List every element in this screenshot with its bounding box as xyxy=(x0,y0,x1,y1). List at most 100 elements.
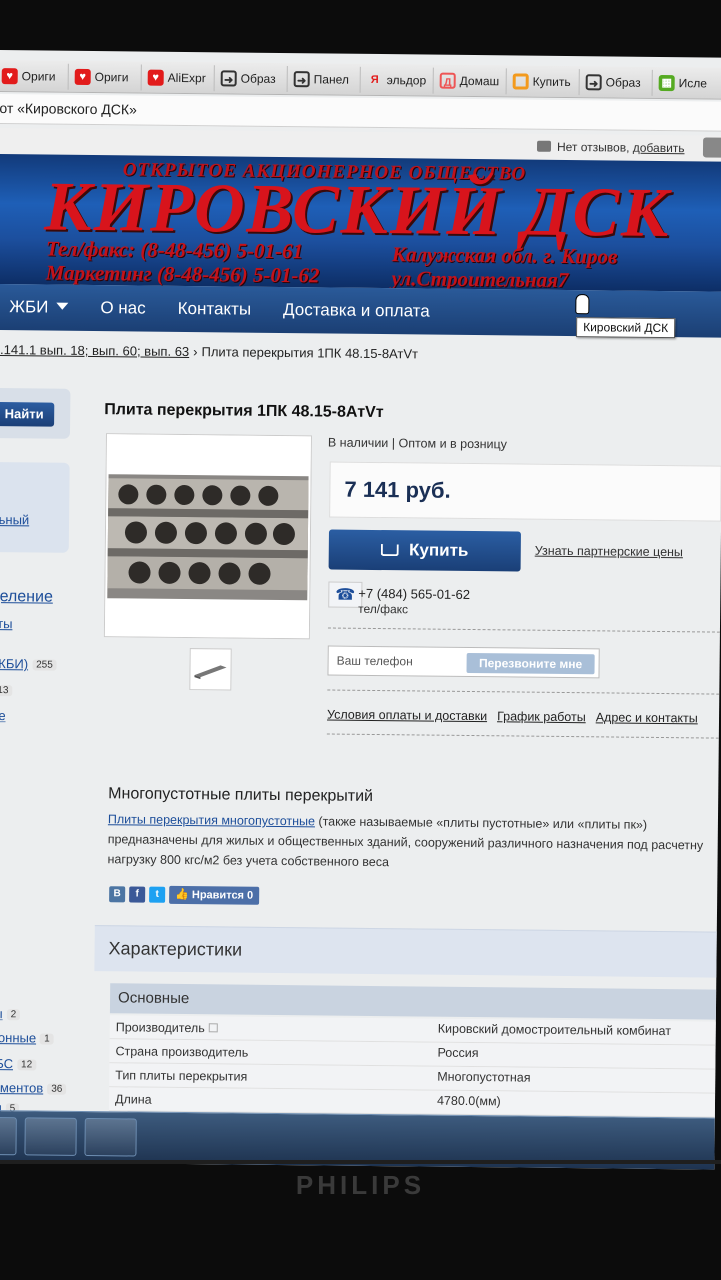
header-banner[interactable]: ОТКРЫТОЕ АКЦИОНЕРНОЕ ОБЩЕСТВО КИРОВСКИЙ … xyxy=(0,153,721,292)
add-review-link[interactable]: добавить xyxy=(633,141,685,156)
start-button[interactable] xyxy=(0,1116,17,1156)
bookmark-item[interactable]: ➜ Панел xyxy=(287,65,361,93)
count-badge: 1 xyxy=(40,1033,54,1045)
callback-button[interactable]: Перезвоните мне xyxy=(466,652,595,675)
like-button[interactable]: 👍 Нравится 0 xyxy=(169,885,260,905)
film-icon: ▦ xyxy=(658,74,675,91)
product-image[interactable] xyxy=(103,433,312,640)
reviews-text: Нет отзывов, xyxy=(556,139,630,155)
sidebar-panel xyxy=(0,461,70,553)
left-sidebar: Найти льный деление нты (ЖБИ) 255 13 ые ц… xyxy=(0,387,72,1163)
characteristics-section: Основные xyxy=(109,983,717,1020)
count-badge: 36 xyxy=(47,1083,67,1095)
bookmark-label: Домаш xyxy=(459,73,500,88)
circle-arrow-icon: ➜ xyxy=(585,73,602,90)
nav-item-zhbi[interactable]: ЖБИ xyxy=(0,297,84,318)
category-label: (ЖБИ) xyxy=(0,655,29,672)
nav-item-about[interactable]: О нас xyxy=(84,298,162,319)
availability-text: В наличии | Оптом и в розницу xyxy=(327,435,508,452)
sidebar-heading[interactable]: деление xyxy=(0,588,53,607)
price-box: 7 141 руб. xyxy=(329,461,721,522)
breadcrumb: 1.141.1 вып. 18; вып. 60; вып. 63 › Плита … xyxy=(0,342,721,365)
payment-delivery-link[interactable]: Условия оплаты и доставки xyxy=(327,708,487,724)
taskbar-chrome-icon[interactable] xyxy=(24,1117,77,1156)
bookmark-item[interactable]: Купить xyxy=(506,67,580,95)
buy-label: Купить xyxy=(409,540,469,560)
vk-share-button[interactable]: В xyxy=(109,886,126,903)
breadcrumb-current: Плита перекрытия 1ПК 48.15-8АтVт xyxy=(201,344,419,362)
partner-prices-link[interactable]: Узнать партнерские цены xyxy=(535,544,683,560)
bookmark-label: Образ xyxy=(240,71,276,86)
search-box: Найти xyxy=(0,387,71,439)
sidebar-subheading[interactable]: нты xyxy=(0,616,13,631)
browser-screen: ♥ Ориги ♥ Ориги ♥ AliExpr ➜ Образ ➜ Панел Яэл… xyxy=(0,50,721,1170)
facebook-share-button[interactable]: f xyxy=(129,886,146,903)
char-value: Россия xyxy=(437,1045,479,1061)
product-thumbnail[interactable] xyxy=(189,648,232,691)
bookmark-item[interactable]: ♥ Ориги xyxy=(0,62,69,90)
bookmark-item[interactable]: ➜ Образ xyxy=(214,64,288,92)
bookmark-label: Панел xyxy=(313,71,349,87)
sidebar-link[interactable]: льный xyxy=(0,512,29,527)
description-line: предназначены для жилых и общественных з… xyxy=(107,832,704,853)
slab-thumbnail-icon xyxy=(194,665,227,680)
tooltip: Кировский ДСК xyxy=(576,317,676,339)
divider xyxy=(327,627,720,633)
work-schedule-link[interactable]: График работы xyxy=(497,709,586,724)
char-key: Тип плиты перекрытия xyxy=(115,1068,248,1084)
divider xyxy=(326,733,719,739)
nav-item-delivery[interactable]: Доставка и оплата xyxy=(267,300,446,322)
monitor-brand-logo: PHILIPS xyxy=(295,1170,426,1200)
bookmarks-bar: ♥ Ориги ♥ Ориги ♥ AliExpr ➜ Образ ➜ Панел Яэл… xyxy=(0,59,721,100)
callback-phone-input[interactable]: Ваш телефон xyxy=(337,654,413,669)
bookmark-label: Ориги xyxy=(94,69,129,84)
yandex-icon: Я xyxy=(370,73,379,86)
count-badge: 13 xyxy=(0,685,13,697)
breadcrumb-link[interactable]: 1.141.1 вып. 18; вып. 60; вып. 63 xyxy=(0,342,189,359)
monitor-bezel xyxy=(0,1160,721,1164)
char-key-text: Производитель xyxy=(115,1020,205,1036)
sidebar-category[interactable]: ые xyxy=(0,708,6,723)
bookmark-label: Исле xyxy=(678,75,708,90)
category-label: ФБС xyxy=(0,1055,14,1072)
help-icon[interactable] xyxy=(208,1023,218,1033)
bookmark-item[interactable]: ▦ Исле xyxy=(652,69,721,97)
char-value: 4780.0(мм) xyxy=(436,1093,501,1109)
buy-button[interactable]: Купить xyxy=(328,529,521,572)
bookmark-label: Ориги xyxy=(21,68,56,84)
circle-arrow-icon: ➜ xyxy=(293,70,310,87)
description-line: нагрузку 800 кгс/м2 без учета собственно… xyxy=(107,852,390,870)
category-label: стонные xyxy=(0,1029,37,1046)
count-badge: 12 xyxy=(16,1059,37,1071)
info-links: Условия оплаты и доставки График работы Ад… xyxy=(327,708,708,726)
find-button[interactable]: Найти xyxy=(0,402,55,427)
char-key: Производитель xyxy=(116,1020,218,1035)
sidebar-category[interactable]: цы 2 xyxy=(0,1006,21,1021)
sidebar-category[interactable]: стонные 1 xyxy=(0,1030,54,1046)
description-text: Плиты перекрытия многопустотные (также н… xyxy=(107,809,713,875)
banner-region: Калужская обл. г. Киров xyxy=(391,242,618,269)
cart-icon[interactable] xyxy=(702,137,721,158)
address-contacts-link[interactable]: Адрес и контакты xyxy=(596,710,698,725)
bookmark-item[interactable]: Д Домаш xyxy=(433,67,507,94)
sidebar-category[interactable]: даментов 36 xyxy=(0,1079,67,1096)
twitter-share-button[interactable]: t xyxy=(149,886,166,903)
sidebar-category[interactable]: (ЖБИ) 255 xyxy=(0,656,57,672)
char-value: Кировский домостроительный комбинат xyxy=(437,1021,672,1039)
sidebar-category[interactable]: 13 xyxy=(0,682,13,697)
nav-label: ЖБИ xyxy=(9,297,49,317)
sidebar-category[interactable]: ФБС 12 xyxy=(0,1055,37,1072)
bookmark-item[interactable]: ➜ Образ xyxy=(579,68,653,96)
bookmark-label: Образ xyxy=(605,74,641,90)
phone-number: +7 (484) 565-01-62 xyxy=(358,585,471,602)
description-link[interactable]: Плиты перекрытия многопустотные xyxy=(108,812,315,828)
bookmark-item[interactable]: ♥ Ориги xyxy=(68,63,142,91)
bookmark-item[interactable]: Яэльдор xyxy=(360,66,434,94)
category-label: даментов xyxy=(0,1079,44,1096)
callback-form: Ваш телефон Перезвоните мне xyxy=(327,645,600,679)
dom-icon: Д xyxy=(439,72,456,89)
taskbar-app-icon[interactable] xyxy=(84,1117,137,1157)
social-buttons: В f t 👍 Нравится 0 xyxy=(109,885,260,905)
nav-item-contacts[interactable]: Контакты xyxy=(162,299,268,320)
bookmark-item[interactable]: ♥ AliExpr xyxy=(141,64,215,91)
